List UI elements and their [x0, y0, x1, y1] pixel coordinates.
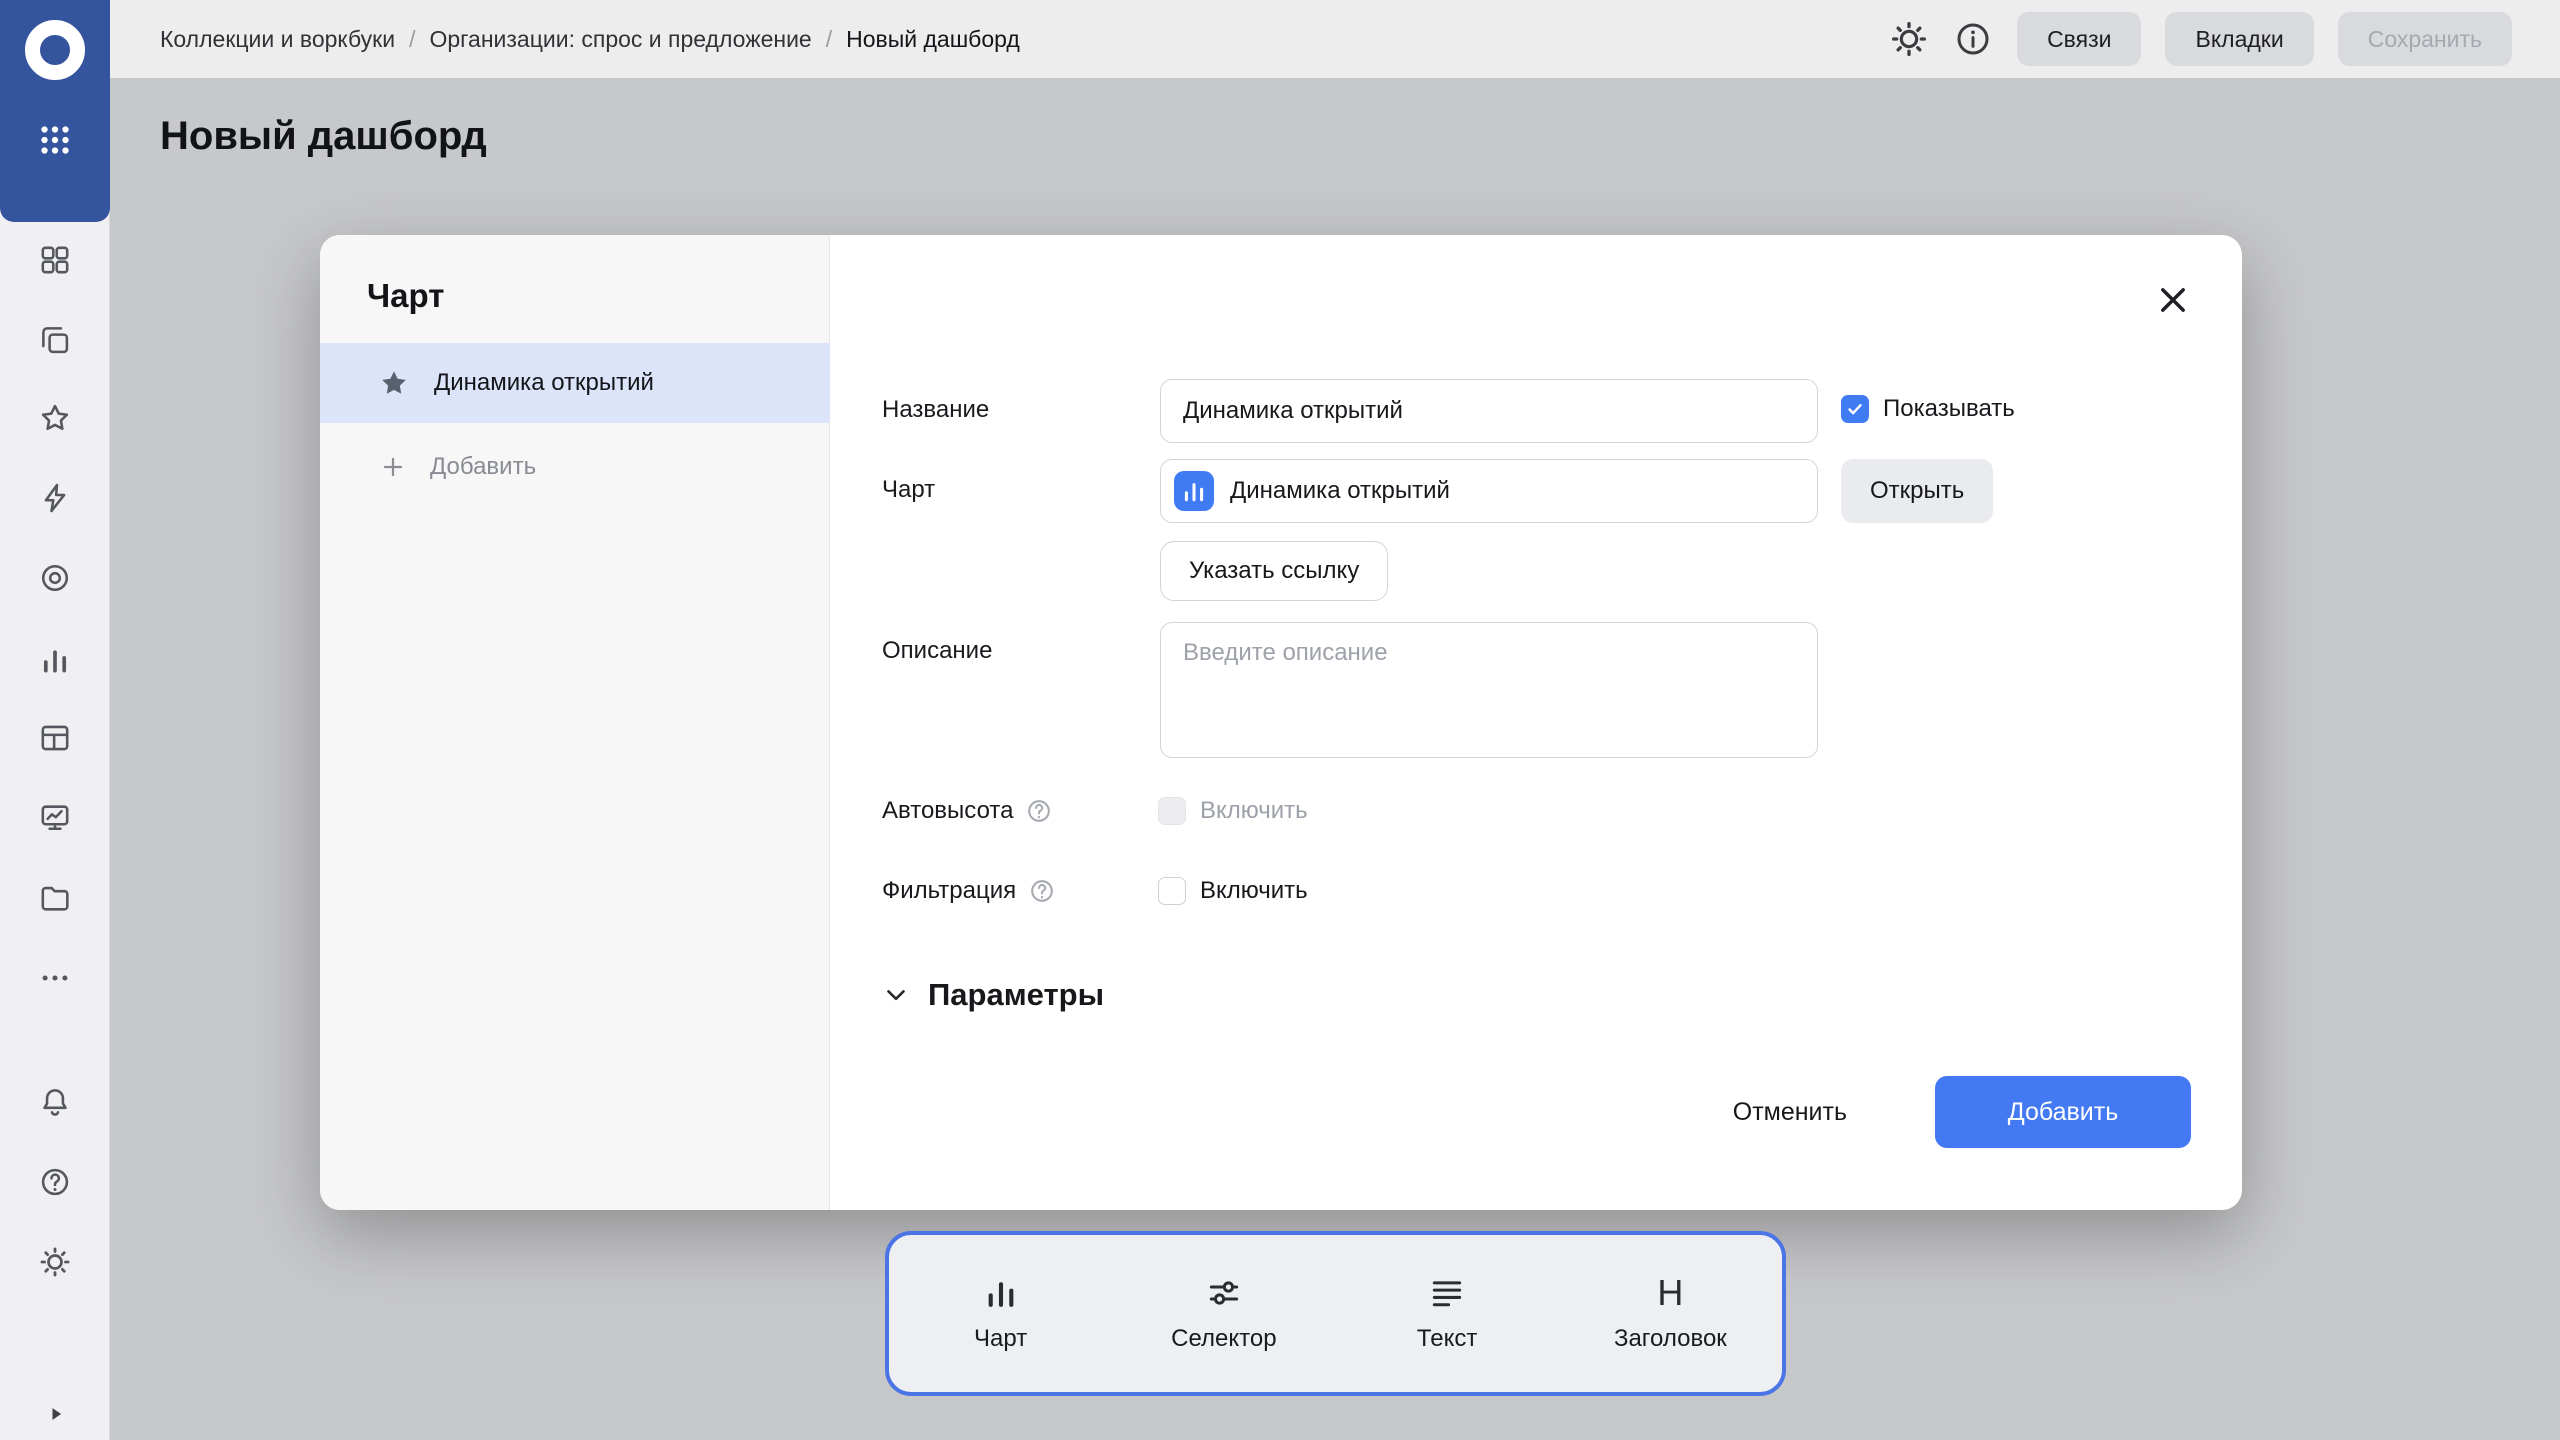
- breadcrumb-separator: /: [409, 26, 415, 53]
- logo-block[interactable]: [0, 0, 110, 222]
- header-actions: Связи Вкладки Сохранить: [1889, 0, 2560, 78]
- toolbar-item-heading[interactable]: H Заголовок: [1559, 1235, 1782, 1392]
- name-input[interactable]: [1160, 379, 1818, 443]
- dialog-title: Чарт: [367, 277, 444, 315]
- filtering-label-row: Фильтрация: [882, 877, 1056, 905]
- star-icon: [378, 367, 410, 399]
- datasets-icon[interactable]: [38, 561, 72, 595]
- chart-icon: [982, 1274, 1020, 1312]
- params-section-toggle[interactable]: Параметры: [880, 977, 1104, 1013]
- params-section-label: Параметры: [928, 977, 1104, 1013]
- toolbar-item-selector[interactable]: Селектор: [1112, 1235, 1335, 1392]
- breadcrumb-item-collections[interactable]: Коллекции и воркбуки: [160, 26, 395, 53]
- expand-arrow-icon[interactable]: [42, 1400, 70, 1428]
- dialog-left-panel: Чарт Динамика открытий Добавить: [320, 235, 830, 1210]
- toolbar-item-label: Селектор: [1171, 1325, 1276, 1353]
- open-chart-button[interactable]: Открыть: [1841, 459, 1993, 523]
- tabs-button[interactable]: Вкладки: [2165, 12, 2313, 66]
- breadcrumb-item-workbook[interactable]: Организации: спрос и предложение: [429, 26, 811, 53]
- plus-icon: [378, 452, 408, 482]
- notifications-icon[interactable]: [38, 1085, 72, 1119]
- heading-icon: H: [1657, 1274, 1683, 1312]
- text-icon: [1428, 1274, 1466, 1312]
- filtering-checkbox-row: Включить: [1158, 877, 1308, 905]
- widgets-toolbar: Чарт Селектор Текст H Заголовок: [885, 1231, 1786, 1396]
- selector-icon: [1205, 1274, 1243, 1312]
- chart-field-value: Динамика открытий: [1230, 477, 1450, 505]
- chart-select-field[interactable]: Динамика открытий: [1160, 459, 1818, 523]
- connections-icon[interactable]: [38, 481, 72, 515]
- chart-label: Чарт: [882, 476, 935, 504]
- dialog-footer: Отменить Добавить: [1687, 1076, 2191, 1148]
- toolbar-item-label: Заголовок: [1614, 1325, 1727, 1353]
- help-icon[interactable]: [38, 1165, 72, 1199]
- autoheight-label: Автовысота: [882, 797, 1013, 825]
- show-checkbox[interactable]: [1841, 395, 1869, 423]
- autoheight-label-row: Автовысота: [882, 797, 1053, 825]
- toolbar-item-text[interactable]: Текст: [1336, 1235, 1559, 1392]
- breadcrumb: Коллекции и воркбуки / Организации: спро…: [160, 26, 1020, 53]
- toolbar-item-label: Текст: [1417, 1325, 1477, 1353]
- more-icon[interactable]: [38, 961, 72, 995]
- chart-dialog: Чарт Динамика открытий Добавить Название…: [320, 235, 2242, 1210]
- collections-icon[interactable]: [38, 323, 72, 357]
- filtering-label: Фильтрация: [882, 877, 1016, 905]
- top-bar: Коллекции и воркбуки / Организации: спро…: [110, 0, 2560, 78]
- close-icon[interactable]: [2152, 279, 2194, 321]
- autoheight-checkbox-label: Включить: [1200, 797, 1308, 825]
- chevron-down-icon: [880, 979, 912, 1011]
- show-checkbox-row: Показывать: [1841, 395, 2015, 423]
- apps-grid-icon[interactable]: [37, 122, 73, 158]
- autoheight-checkbox-row: Включить: [1158, 797, 1308, 825]
- info-icon[interactable]: [1953, 19, 1993, 59]
- description-label: Описание: [882, 637, 992, 665]
- add-item-label: Добавить: [430, 453, 536, 481]
- show-checkbox-label: Показывать: [1883, 395, 2015, 423]
- storage-icon[interactable]: [38, 881, 72, 915]
- breadcrumb-item-current: Новый дашборд: [846, 26, 1020, 53]
- tables-icon[interactable]: [38, 721, 72, 755]
- description-textarea[interactable]: [1160, 622, 1818, 758]
- filtering-checkbox[interactable]: [1158, 877, 1186, 905]
- breadcrumb-separator: /: [826, 26, 832, 53]
- list-item-label: Динамика открытий: [434, 369, 654, 397]
- dashboards-icon[interactable]: [38, 801, 72, 835]
- sidebar: [0, 0, 110, 1440]
- help-icon[interactable]: [1025, 797, 1053, 825]
- set-link-button[interactable]: Указать ссылку: [1160, 541, 1388, 601]
- cancel-button[interactable]: Отменить: [1687, 1076, 1893, 1148]
- favorites-icon[interactable]: [38, 401, 72, 435]
- datalens-logo-icon: [25, 20, 85, 80]
- chart-chip-icon: [1180, 477, 1208, 505]
- list-item-selected[interactable]: Динамика открытий: [320, 343, 830, 423]
- toolbar-item-label: Чарт: [974, 1325, 1027, 1353]
- name-label: Название: [882, 396, 989, 424]
- add-button[interactable]: Добавить: [1935, 1076, 2191, 1148]
- settings-icon[interactable]: [38, 1245, 72, 1279]
- toolbar-item-chart[interactable]: Чарт: [889, 1235, 1112, 1392]
- gear-icon[interactable]: [1889, 19, 1929, 59]
- filtering-checkbox-label: Включить: [1200, 877, 1308, 905]
- chart-chip: [1174, 471, 1214, 511]
- add-item-button[interactable]: Добавить: [320, 437, 830, 497]
- autoheight-checkbox[interactable]: [1158, 797, 1186, 825]
- links-button[interactable]: Связи: [2017, 12, 2141, 66]
- charts-icon[interactable]: [38, 643, 72, 677]
- widgets-icon[interactable]: [38, 243, 72, 277]
- page-title: Новый дашборд: [160, 114, 487, 159]
- save-button[interactable]: Сохранить: [2338, 12, 2512, 66]
- check-icon: [1845, 399, 1865, 419]
- help-icon[interactable]: [1028, 877, 1056, 905]
